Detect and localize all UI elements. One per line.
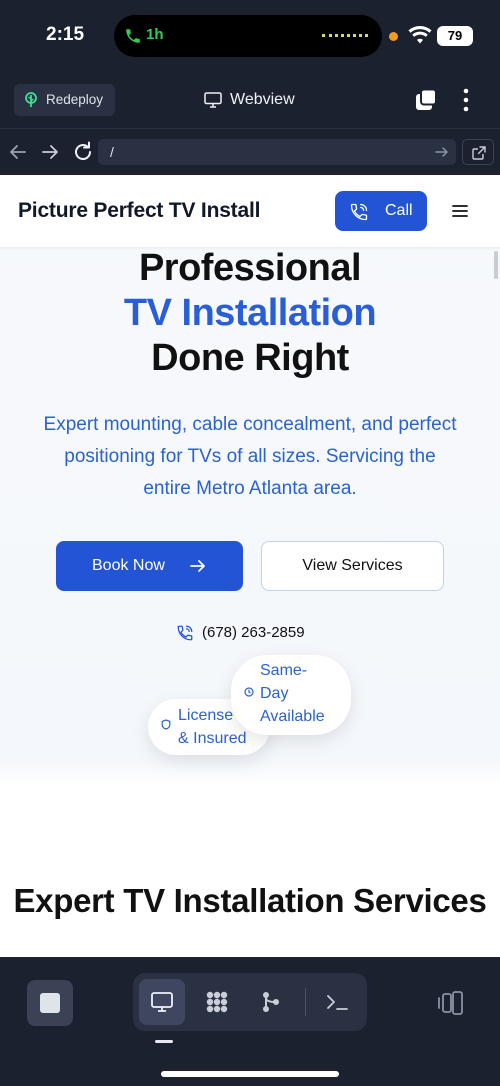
active-tab-indicator [155,1040,173,1043]
book-now-label: Book Now [92,557,165,574]
webview-title: Webview [230,91,295,108]
open-external-button[interactable] [462,139,494,165]
book-now-button[interactable]: Book Now [56,541,243,591]
same-day-badge: Same-Day Available [231,655,351,735]
hero-title-line1: Professional [138,247,362,289]
tab-shell[interactable] [314,979,360,1025]
terminal-icon [327,995,348,1010]
stop-button[interactable] [27,980,73,1026]
status-time: 2:15 [46,24,85,45]
panel-icon[interactable] [436,990,464,1016]
tab-git[interactable] [248,979,294,1025]
hero-title-line2: TV Installation [123,292,377,334]
wifi-icon [408,26,432,44]
audio-waveform [322,34,368,37]
view-services-button[interactable]: View Services [261,541,444,591]
services-section-title: Expert TV Installation Services [13,882,487,919]
page-scrollbar[interactable] [494,251,498,279]
forward-arrow-icon[interactable] [40,140,60,164]
monitor-icon [151,992,173,1012]
back-arrow-icon[interactable] [8,140,28,164]
tab-webview[interactable] [139,979,185,1025]
leaf-icon [25,92,37,107]
phone-number-link[interactable]: (678) 263-2859 [202,624,305,641]
site-brand[interactable]: Picture Perfect TV Install [18,199,260,223]
hamburger-icon[interactable] [452,204,468,218]
tabs-icon[interactable] [414,88,438,112]
battery-indicator: 79 [437,26,473,46]
call-duration: 1h [146,26,164,43]
git-icon [263,992,279,1012]
phone-icon [126,29,140,43]
dock-divider [305,988,306,1016]
go-arrow-icon[interactable] [434,143,450,161]
external-link-icon [472,146,486,160]
dock-tab-group [133,973,367,1031]
more-icon[interactable] [458,87,474,113]
url-input[interactable]: / [98,139,456,165]
home-indicator[interactable] [161,1071,339,1077]
tab-grid[interactable] [194,979,240,1025]
call-label: Call [385,202,413,219]
reload-icon[interactable] [72,140,94,164]
grid-icon [206,991,228,1013]
webview-content: Picture Perfect TV Install Call Professi… [0,175,500,957]
mic-indicator [389,32,398,41]
site-header: Picture Perfect TV Install Call [0,175,500,247]
hero-subtitle: Expert mounting, cable concealment, and … [43,414,457,499]
clock-icon [244,687,254,697]
stop-icon [40,993,60,1013]
shield-icon [161,719,171,730]
arrow-right-icon [190,560,205,572]
hero-title-line3: Done Right [151,337,349,379]
phone-icon [177,625,193,641]
same-day-label: Same-Day Available [260,662,325,725]
phone-icon [350,203,368,221]
call-button[interactable]: Call [335,191,427,231]
